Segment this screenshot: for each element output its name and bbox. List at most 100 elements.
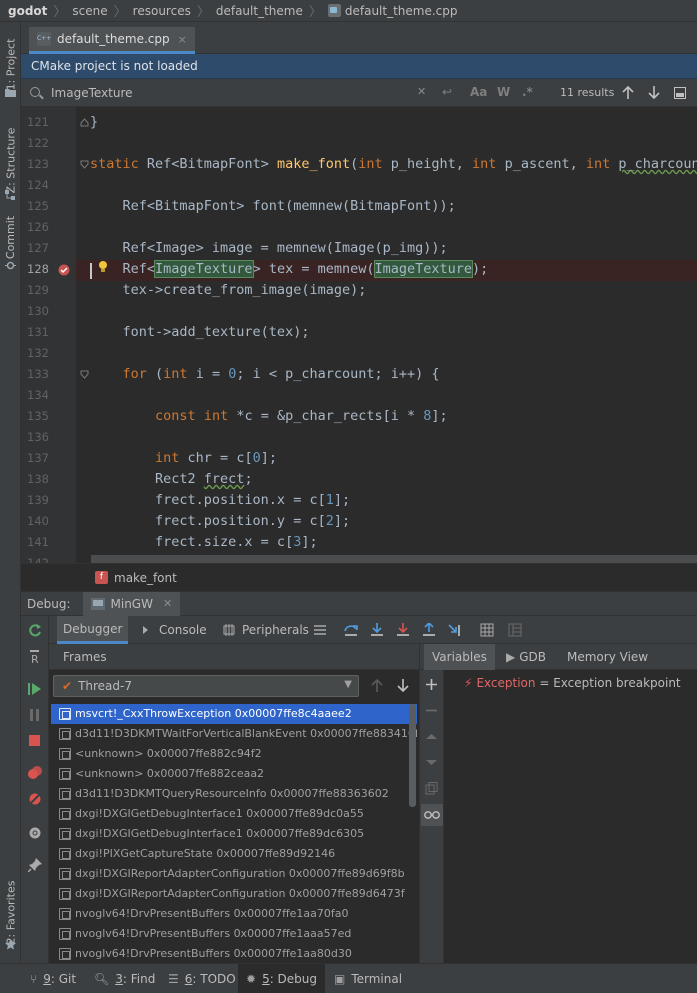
line-number[interactable]: 137 [21,448,49,469]
step-into-icon[interactable] [370,623,384,637]
move-up-icon[interactable] [425,730,438,743]
stack-frame[interactable]: dxgi!DXGIReportAdapterConfiguration 0x00… [51,864,417,884]
intention-bulb-icon[interactable] [98,260,108,274]
tab-gdb[interactable]: ▶ GDB [498,644,554,670]
editor-horizontal-scrollbar[interactable] [91,555,697,563]
line-number[interactable]: 125 [21,196,49,217]
favorites-tool-tab[interactable]: 2: Favorites [0,877,21,947]
debug-tool-button[interactable]: ✹ 5: Debug [238,964,326,993]
stack-frame[interactable]: nvoglv64!DrvPresentBuffers 0x00007ffe1aa… [51,924,417,944]
line-number[interactable]: 124 [21,175,49,196]
thread-selector[interactable]: ✔ Thread-7 ▼ [53,675,359,697]
stack-frame[interactable]: dxgi!DXGIReportAdapterConfiguration 0x00… [51,884,417,904]
reset-icon[interactable]: R [28,650,42,664]
settings-gear-icon[interactable] [28,826,42,840]
new-line-icon[interactable]: ↩ [442,85,452,99]
exception-variable[interactable]: ⚡ Exception = Exception breakpoint [464,676,681,690]
line-number[interactable]: 131 [21,322,49,343]
add-watch-icon[interactable] [425,678,438,691]
structure-tool-tab[interactable]: Z: Structure [0,120,21,200]
git-tool-button[interactable]: ⑂ 9: Git [22,964,84,993]
line-number[interactable]: 134 [21,385,49,406]
tab-console[interactable]: Console [135,616,213,644]
line-number[interactable]: 141 [21,532,49,553]
fold-marker-icon[interactable] [80,160,89,169]
breadcrumb-item-default-theme[interactable]: default_theme [216,4,303,18]
next-occurrence-icon[interactable] [648,86,660,99]
find-tool-button[interactable]: 🔍︎ 3: Find [86,964,163,993]
code-editor[interactable]: 121 122 123 124 125 126 127 128 129 130 131 132 133 1… [21,107,697,563]
line-number[interactable]: 133 [21,364,49,385]
stack-frame[interactable]: msvcrt!_CxxThrowException 0x00007ffe8c4a… [51,704,417,724]
editor-tab-default-theme[interactable]: default_theme.cpp × [29,27,195,54]
stack-frame[interactable]: d3d11!D3DKMTWaitForVerticalBlankEvent 0x… [51,724,417,744]
project-tool-tab[interactable]: 1: Project [0,34,21,94]
select-all-occurrences-icon[interactable] [674,87,686,99]
stack-frame[interactable]: dxgi!DXGIGetDebugInterface1 0x00007ffe89… [51,824,417,844]
stop-icon[interactable] [28,734,42,748]
line-number[interactable]: 135 [21,406,49,427]
line-number[interactable]: 122 [21,133,49,154]
menu-icon[interactable] [313,623,327,637]
previous-occurrence-icon[interactable] [622,86,634,99]
frames-scrollbar[interactable] [409,704,416,807]
commit-tool-tab[interactable]: Commit [0,212,21,262]
line-number[interactable]: 142 [21,553,49,563]
line-number[interactable]: 136 [21,427,49,448]
copy-icon[interactable] [425,782,438,795]
step-over-icon[interactable] [344,623,358,637]
stack-frame[interactable]: <unknown> 0x00007ffe882c94f2 [51,744,417,764]
whole-words-toggle[interactable]: W [497,85,510,99]
function-breadcrumb[interactable]: f make_font [21,563,697,591]
move-down-icon[interactable] [425,756,438,769]
step-out-icon[interactable] [422,623,436,637]
show-watches-toggle[interactable] [421,804,443,826]
stack-frame[interactable]: nvoglv64!DrvPresentBuffers 0x00007ffe1aa… [51,944,417,963]
pause-icon[interactable] [28,708,42,722]
breadcrumb-item-resources[interactable]: resources [133,4,191,18]
line-number[interactable]: 130 [21,301,49,322]
line-number[interactable]: 127 [21,238,49,259]
regex-toggle[interactable]: .* [522,85,533,99]
stack-frame[interactable]: <unknown> 0x00007ffe882ceaa2 [51,764,417,784]
tab-variables[interactable]: Variables [424,644,495,670]
line-number[interactable]: 140 [21,511,49,532]
line-number[interactable]: 123 [21,154,49,175]
line-number[interactable]: 129 [21,280,49,301]
tab-peripherals[interactable]: Peripherals [216,616,315,644]
todo-tool-button[interactable]: ☰ 6: TODO [160,964,244,993]
close-tab-icon[interactable]: × [178,33,187,46]
search-input[interactable] [51,83,421,103]
fold-marker-icon[interactable] [80,370,89,379]
line-number[interactable]: 138 [21,469,49,490]
line-number[interactable]: 132 [21,343,49,364]
rerun-icon[interactable] [28,624,42,638]
stack-frame[interactable]: d3d11!D3DKMTQueryResourceInfo 0x00007ffe… [51,784,417,804]
fold-marker-icon[interactable] [80,118,89,127]
run-to-cursor-icon[interactable] [448,623,462,637]
evaluate-expression-icon[interactable] [480,623,494,637]
stack-frame[interactable]: dxgi!DXGIGetDebugInterface1 0x00007ffe89… [51,804,417,824]
search-icon[interactable] [30,87,40,97]
clear-search-icon[interactable]: ✕ [417,85,426,98]
force-step-into-icon[interactable] [396,623,410,637]
breakpoint-icon[interactable] [57,263,71,277]
line-number[interactable]: 128 [21,259,49,280]
frame-up-icon[interactable] [371,679,383,692]
mute-breakpoints-icon[interactable] [28,792,42,806]
layout-icon[interactable] [508,623,522,637]
line-number[interactable]: 139 [21,490,49,511]
match-case-toggle[interactable]: Aa [470,85,487,99]
remove-watch-icon[interactable] [425,704,438,717]
tab-memory-view[interactable]: Memory View [559,644,656,670]
breadcrumb-item-file[interactable]: default_theme.cpp [327,4,458,18]
debug-session-tab[interactable]: MinGW ✕ [82,591,181,616]
pin-tab-icon[interactable] [28,858,42,872]
breadcrumb-item-scene[interactable]: scene [72,4,107,18]
tab-debugger[interactable]: Debugger [57,616,129,644]
breadcrumb-item-project[interactable]: godot [8,4,47,18]
line-number[interactable]: 121 [21,112,49,133]
stack-frame[interactable]: nvoglv64!DrvPresentBuffers 0x00007ffe1aa… [51,904,417,924]
terminal-tool-button[interactable]: ▣ Terminal [326,964,410,993]
stack-frame[interactable]: dxgi!PIXGetCaptureState 0x00007ffe89d921… [51,844,417,864]
